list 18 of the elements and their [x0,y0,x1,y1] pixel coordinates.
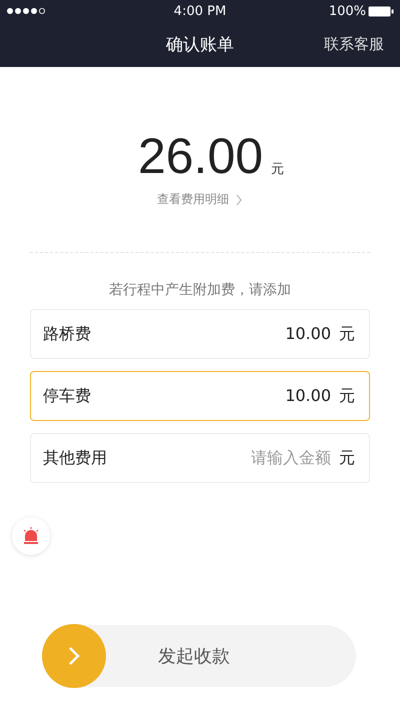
fee-field[interactable]: 其他费用 请输入金额 元 [30,433,370,483]
alarm-light-icon [21,527,41,545]
total-amount: 26.00 [138,127,264,185]
contact-service-button[interactable]: 联系客服 [324,35,384,54]
battery-icon [368,6,394,16]
chevron-right-icon [235,194,243,206]
status-time: 4:00 PM [174,4,226,18]
slide-to-collect-track[interactable]: 发起收款 [42,625,356,687]
alarm-button[interactable] [12,517,50,555]
battery-percent: 100% [328,4,366,18]
fee-field[interactable]: 停车费 10.00 元 [30,371,370,421]
fee-field[interactable]: 路桥费 10.00 元 [30,309,370,359]
fee-detail-link[interactable]: 查看费用明细 [157,191,243,208]
page-title: 确认账单 [166,34,234,56]
extra-fee-note: 若行程中产生附加费，请添加 [108,281,292,299]
collect-payment-label: 发起收款 [158,645,230,668]
currency-unit: 元 [271,161,284,178]
signal-icon [6,7,46,15]
